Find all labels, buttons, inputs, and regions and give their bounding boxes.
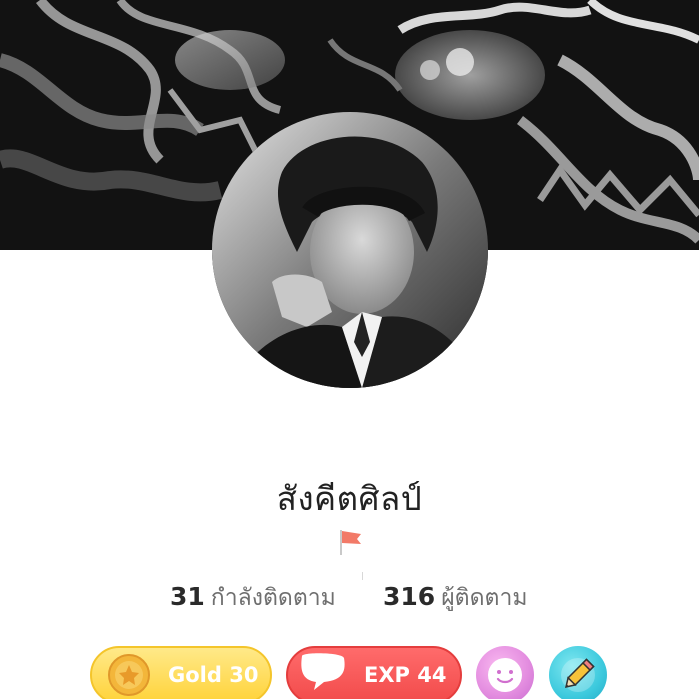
gold-medal-icon	[108, 654, 150, 696]
profile-name: สังคีตศิลป์	[276, 479, 423, 518]
profile-page: สังคีตศิลป์ 31 กำลังติดตาม 316 ผู้ติดตาม…	[0, 0, 699, 699]
exp-badge[interactable]: EXP 44	[286, 646, 462, 699]
gold-label: Gold 30	[168, 663, 259, 687]
following-count: 31	[170, 582, 205, 611]
stats-divider	[362, 572, 363, 580]
smiley-face-icon	[488, 658, 522, 692]
speech-bubble-icon	[301, 653, 345, 690]
followers-label: ผู้ติดตาม	[441, 585, 528, 611]
sticker-button[interactable]	[476, 646, 534, 699]
gold-badge[interactable]: Gold 30	[90, 646, 272, 699]
followers-stat[interactable]: 316 ผู้ติดตาม	[383, 580, 528, 620]
following-label: กำลังติดตาม	[210, 585, 336, 611]
pencil-icon	[561, 658, 595, 692]
red-flag-icon[interactable]	[335, 527, 365, 557]
edit-button[interactable]	[549, 646, 607, 699]
exp-label: EXP 44	[364, 663, 447, 687]
avatar[interactable]	[212, 112, 488, 388]
following-stat[interactable]: 31 กำลังติดตาม	[170, 580, 336, 620]
stats-row: 31 กำลังติดตาม 316 ผู้ติดตาม	[0, 580, 699, 620]
followers-count: 316	[383, 582, 436, 611]
